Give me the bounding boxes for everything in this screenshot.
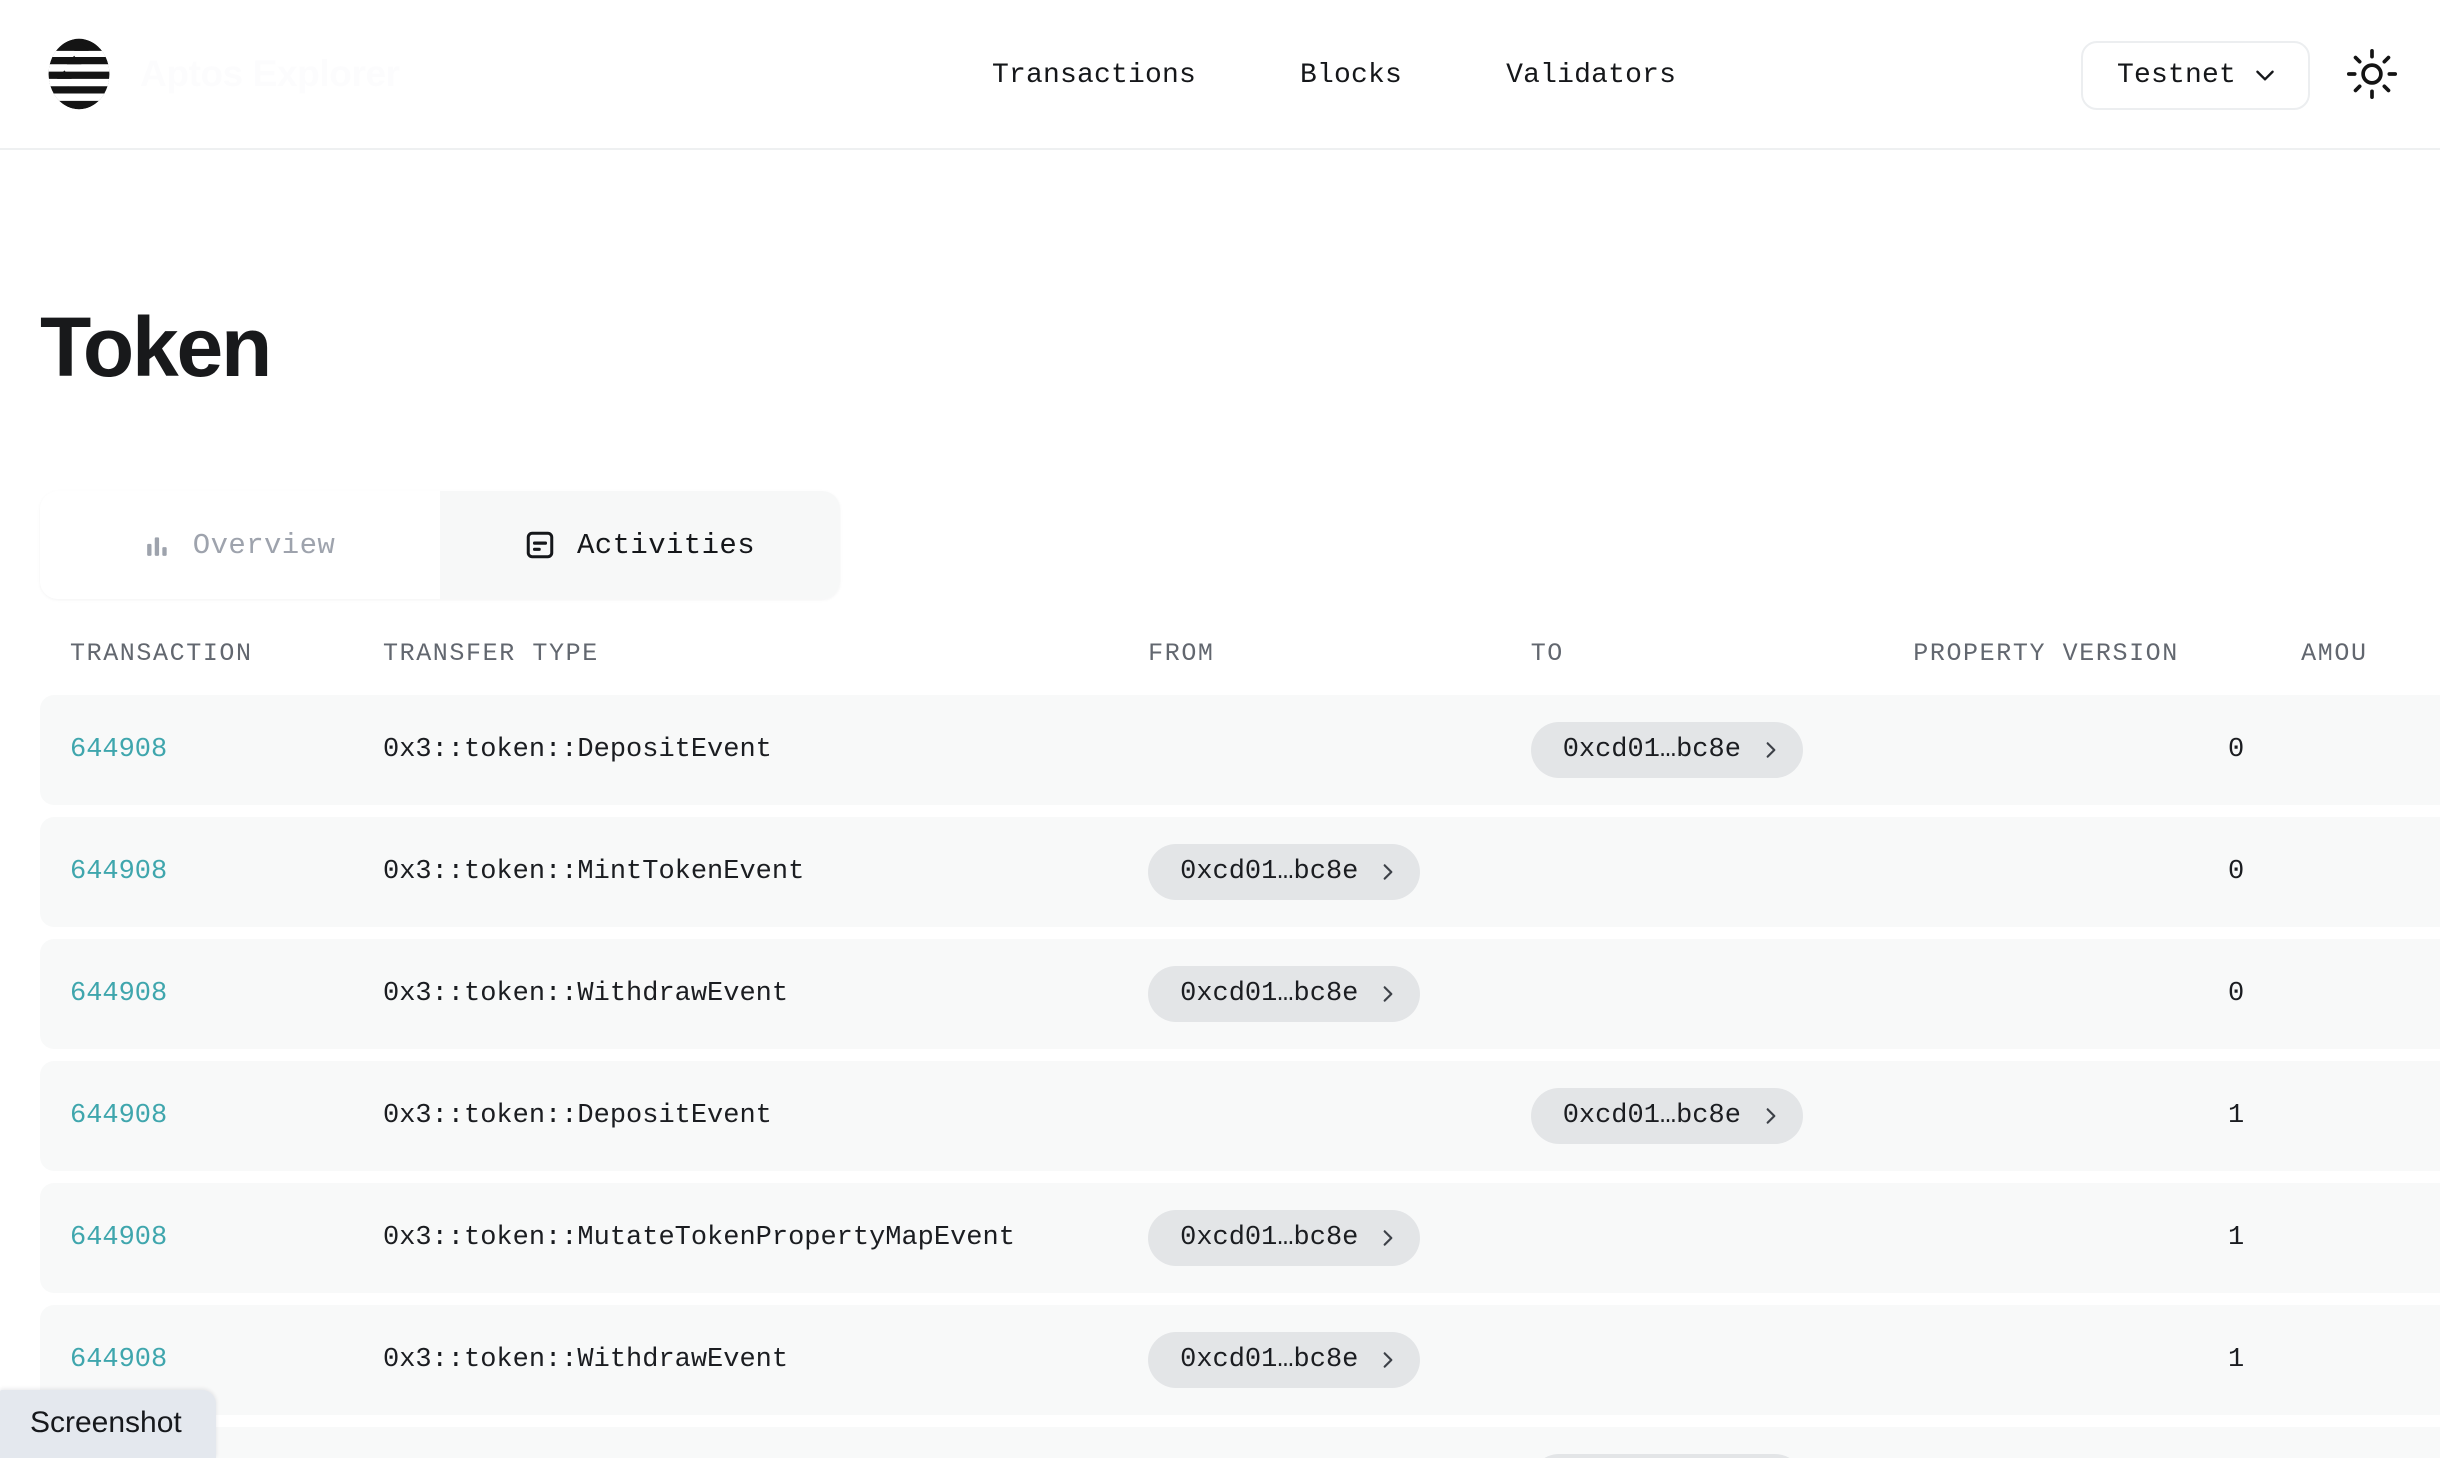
tab-activities[interactable]: Activities: [440, 491, 840, 599]
bar-chart-icon: [145, 532, 171, 558]
cell-transfer-type: 0x3::token::MutateTokenPropertyMapEvent: [383, 1223, 1148, 1253]
cell-from: 0xcd01…bc8e: [1148, 966, 1531, 1022]
cell-from: 0xcd01…bc8e: [1148, 844, 1531, 900]
article-list-icon: [525, 530, 555, 560]
tab-overview[interactable]: Overview: [40, 491, 440, 599]
nav-right-controls: Testnet: [2081, 0, 2400, 150]
cell-to: 0xcd01…bc8e: [1531, 1088, 1914, 1144]
cell-property-version: 1: [1913, 1345, 2301, 1375]
address-chip[interactable]: 0xcd01…bc8e: [1148, 844, 1420, 900]
column-header-property-version: PROPERTY VERSION: [1913, 639, 2301, 668]
nav-item-validators[interactable]: Validators: [1454, 60, 1728, 91]
cell-property-version: 1: [1913, 1223, 2301, 1253]
chevron-down-icon: [2252, 62, 2278, 88]
table-body: 6449080x3::token::DepositEvent0xcd01…bc8…: [40, 695, 2440, 1458]
address-chip-label: 0xcd01…bc8e: [1180, 1345, 1358, 1375]
primary-nav: Transactions Blocks Validators: [940, 0, 1728, 150]
tab-activities-label: Activities: [577, 529, 755, 562]
cell-transfer-type: 0x3::token::MintTokenEvent: [383, 857, 1148, 887]
table-row[interactable]: 644908 0x3::token::MintTokenEvent 0xcd01…b…: [40, 817, 2440, 927]
table-row[interactable]: 644908 0x3::token::DepositEvent 0xcd01…bc8…: [40, 1061, 2440, 1171]
address-chip[interactable]: 0x1bed…a835: [1531, 1454, 1803, 1458]
cell-transfer-type: 0x3::token::WithdrawEvent: [383, 979, 1148, 1009]
address-chip-label: 0xcd01…bc8e: [1563, 1101, 1741, 1131]
page-title: Token: [40, 305, 2440, 389]
nav-item-transactions[interactable]: Transactions: [940, 60, 1248, 91]
brand-home-link[interactable]: Aptos Explorer: [40, 35, 580, 113]
cell-transfer-type: 0x3::token::DepositEvent: [383, 1101, 1148, 1131]
screenshot-badge: Screenshot: [0, 1390, 216, 1458]
cell-transaction: 644908: [70, 857, 383, 887]
transaction-link[interactable]: 644908: [70, 857, 167, 887]
address-chip[interactable]: 0xcd01…bc8e: [1531, 722, 1803, 778]
aptos-logo-icon: [40, 35, 118, 113]
table-row[interactable]: 644908 0x3::token::WithdrawEvent 0xcd01…bc…: [40, 1305, 2440, 1415]
activities-table: TRANSACTION TRANSFER TYPE FROM TO PROPER…: [40, 611, 2440, 1458]
cell-transfer-type: 0x3::token::WithdrawEvent: [383, 1345, 1148, 1375]
tab-overview-label: Overview: [193, 529, 335, 562]
cell-transaction: 644908: [70, 1101, 383, 1131]
address-chip[interactable]: 0xcd01…bc8e: [1148, 1332, 1420, 1388]
address-chip-label: 0xcd01…bc8e: [1180, 979, 1358, 1009]
address-chip[interactable]: 0xcd01…bc8e: [1148, 966, 1420, 1022]
theme-toggle-button[interactable]: [2344, 47, 2400, 103]
address-chip-label: 0xcd01…bc8e: [1180, 1223, 1358, 1253]
table-row[interactable]: 644908 0x3::token::DepositEvent 0xcd01…bc8…: [40, 695, 2440, 805]
page-content: Token Overview Activities: [0, 305, 2440, 1458]
transaction-link[interactable]: 644908: [70, 1101, 167, 1131]
cell-transaction: 644908: [70, 1345, 383, 1375]
column-header-to: TO: [1531, 639, 1914, 668]
network-selector[interactable]: Testnet: [2081, 41, 2310, 110]
address-chip-label: 0xcd01…bc8e: [1180, 857, 1358, 887]
cell-from: 0xcd01…bc8e: [1148, 1210, 1531, 1266]
address-chip[interactable]: 0xcd01…bc8e: [1148, 1210, 1420, 1266]
transaction-link[interactable]: 644908: [70, 1223, 167, 1253]
chevron-right-icon: [1378, 859, 1398, 885]
transaction-link[interactable]: 644908: [70, 1345, 167, 1375]
cell-transaction: 644908: [70, 1223, 383, 1253]
column-header-amount: AMOU: [2301, 639, 2440, 668]
cell-transfer-type: 0x3::token::DepositEvent: [383, 735, 1148, 765]
chevron-right-icon: [1761, 737, 1781, 763]
table-row[interactable]: 644908 0x3::token::MutateTokenPropertyMap…: [40, 1183, 2440, 1293]
table-header-row: TRANSACTION TRANSFER TYPE FROM TO PROPER…: [40, 611, 2440, 695]
chevron-right-icon: [1761, 1103, 1781, 1129]
cell-property-version: 1: [1913, 1101, 2301, 1131]
cell-to: 0xcd01…bc8e: [1531, 722, 1914, 778]
cell-property-version: 0: [1913, 979, 2301, 1009]
cell-property-version: 0: [1913, 735, 2301, 765]
column-header-from: FROM: [1148, 639, 1531, 668]
address-chip[interactable]: 0xcd01…bc8e: [1531, 1088, 1803, 1144]
nav-item-blocks[interactable]: Blocks: [1248, 60, 1454, 91]
table-row[interactable]: 644908 0x3::token::WithdrawEvent 0xcd01…bc…: [40, 939, 2440, 1049]
address-chip-label: 0xcd01…bc8e: [1563, 735, 1741, 765]
tab-bar: Overview Activities: [40, 491, 840, 599]
sun-icon: [2346, 48, 2398, 103]
cell-from: 0xcd01…bc8e: [1148, 1332, 1531, 1388]
brand-name: Aptos Explorer: [140, 53, 400, 95]
cell-property-version: 0: [1913, 857, 2301, 887]
chevron-right-icon: [1378, 981, 1398, 1007]
column-header-transfer-type: TRANSFER TYPE: [383, 639, 1148, 668]
cell-transaction: 644908: [70, 979, 383, 1009]
table-row[interactable]: 0x3::token::DepositEvent0x1bed…a8351: [40, 1427, 2440, 1458]
network-selector-value: Testnet: [2117, 60, 2236, 91]
transaction-link[interactable]: 644908: [70, 735, 167, 765]
column-header-transaction: TRANSACTION: [70, 639, 383, 668]
chevron-right-icon: [1378, 1225, 1398, 1251]
cell-to: 0x1bed…a835: [1531, 1454, 1914, 1458]
chevron-right-icon: [1378, 1347, 1398, 1373]
cell-transaction: 644908: [70, 735, 383, 765]
transaction-link[interactable]: 644908: [70, 979, 167, 1009]
top-navigation-bar: Aptos Explorer Transactions Blocks Valid…: [0, 0, 2440, 150]
